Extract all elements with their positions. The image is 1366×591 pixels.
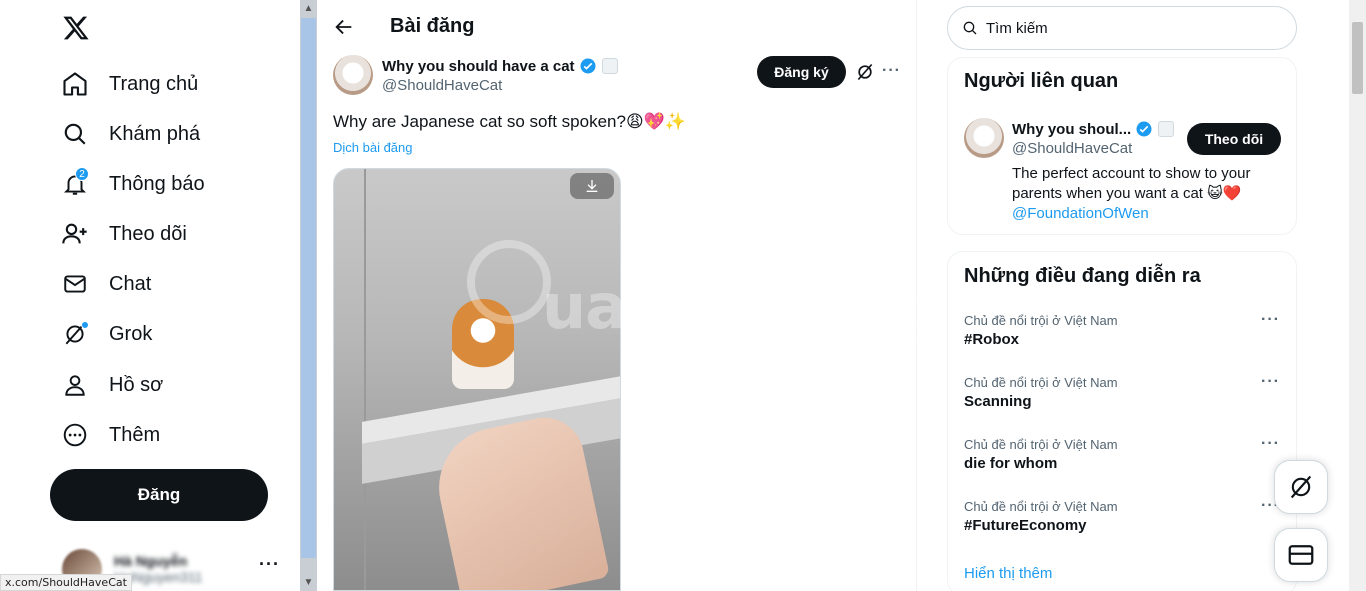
nav-label: Khám phá <box>109 122 201 145</box>
trend-category: Chủ đề nổi trội ở Việt Nam <box>964 499 1118 514</box>
scrollbar-thumb[interactable] <box>1352 22 1363 94</box>
nav-label: Hồ sơ <box>109 373 164 396</box>
nav-item-grok[interactable]: Grok <box>60 314 152 354</box>
watermark-logo <box>467 240 551 324</box>
back-arrow-icon[interactable] <box>333 16 355 38</box>
download-button[interactable] <box>570 173 614 199</box>
trend-name: #Robox <box>964 331 1020 348</box>
affiliate-badge-icon <box>1158 121 1175 137</box>
trends-card: Những điều đang diễn ra Chủ đề nổi trội … <box>947 251 1297 591</box>
home-icon <box>60 69 90 99</box>
x-logo-icon[interactable] <box>62 14 90 42</box>
nav-item-notifications[interactable]: 2 Thông báo <box>60 164 205 204</box>
more-dots-icon[interactable]: ··· <box>259 554 280 575</box>
affiliate-badge-icon <box>601 58 618 74</box>
grok-icon <box>60 319 90 349</box>
search-box[interactable] <box>947 6 1297 50</box>
more-dots-icon[interactable]: ··· <box>882 62 901 80</box>
trend-item[interactable]: Chủ đề nổi trội ở Việt Nam Scanning ··· <box>948 373 1298 437</box>
page-scrollbar[interactable] <box>1349 0 1366 591</box>
messages-fab-button[interactable] <box>1274 528 1328 582</box>
post-button[interactable]: Đăng <box>50 469 268 521</box>
related-name-row[interactable]: Why you shoul... <box>1012 120 1175 138</box>
grok-fab-button[interactable] <box>1274 460 1328 514</box>
scroll-down-arrow-icon[interactable]: ▼ <box>300 574 317 591</box>
mail-icon <box>1288 545 1314 565</box>
nav-label: Chat <box>109 272 152 295</box>
scroll-up-arrow-icon[interactable]: ▲ <box>300 0 317 17</box>
download-icon <box>586 180 598 192</box>
search-input[interactable] <box>986 19 1266 37</box>
sidebar-scrollbar[interactable]: ▲ ▼ <box>300 0 317 591</box>
nav-item-more[interactable]: Thêm <box>60 415 160 455</box>
left-sidebar: Trang chủ Khám phá 2 Thông báo Theo dõi … <box>0 0 300 591</box>
bell-icon: 2 <box>60 167 90 199</box>
avatar[interactable] <box>964 118 1004 158</box>
scrollbar-thumb[interactable] <box>301 18 316 558</box>
related-title: Người liên quan <box>964 70 1119 92</box>
author-name: Why you should have a cat <box>382 57 575 75</box>
search-icon <box>60 119 90 149</box>
mail-icon <box>60 269 90 299</box>
follow-button[interactable]: Theo dõi <box>1187 123 1281 155</box>
verified-badge-icon <box>1136 121 1152 137</box>
trend-item[interactable]: Chủ đề nổi trội ở Việt Nam #Robox ··· <box>948 311 1298 375</box>
right-sidebar: Người liên quan Why you shoul... @Should… <box>917 0 1349 591</box>
nav-label: Grok <box>109 322 153 345</box>
trend-name: #FutureEconomy <box>964 517 1087 534</box>
post-video[interactable] <box>333 168 621 591</box>
post-text: Why are Japanese cat so soft spoken?😩💖✨ <box>333 112 686 131</box>
nav-item-profile[interactable]: Hồ sơ <box>60 365 163 405</box>
author-handle[interactable]: @ShouldHaveCat <box>382 77 502 94</box>
search-icon <box>963 21 977 35</box>
more-dots-icon[interactable]: ··· <box>1261 311 1280 329</box>
subscribe-button[interactable]: Đăng ký <box>757 56 846 88</box>
grok-dot <box>81 321 89 329</box>
author-name-row[interactable]: Why you should have a cat <box>382 57 618 75</box>
status-bar-url: x.com/ShouldHaveCat <box>0 574 132 591</box>
related-name: Why you shoul... <box>1012 120 1132 138</box>
nav-label: Thêm <box>109 423 161 446</box>
translate-link[interactable]: Dịch bài đăng <box>333 140 413 155</box>
trend-category: Chủ đề nổi trội ở Việt Nam <box>964 437 1118 452</box>
trend-item[interactable]: Chủ đề nổi trội ở Việt Nam die for whom … <box>948 435 1298 499</box>
cabinet-door <box>364 169 366 590</box>
profile-icon <box>60 370 90 400</box>
page-title: Bài đăng <box>390 15 475 37</box>
main-column: Bài đăng Why you should have a cat @Shou… <box>317 0 940 591</box>
nav-item-chat[interactable]: Chat <box>60 264 151 304</box>
show-more-link[interactable]: Hiển thị thêm <box>964 565 1052 582</box>
bio-link[interactable]: @FoundationOfWen <box>1012 205 1149 222</box>
trend-item[interactable]: Chủ đề nổi trội ở Việt Nam #FutureEconom… <box>948 497 1298 561</box>
nav-item-home[interactable]: Trang chủ <box>60 64 198 104</box>
nav-label: Theo dõi <box>109 222 187 245</box>
nav-label: Thông báo <box>109 172 205 195</box>
related-bio: The perfect account to show to your pare… <box>1012 164 1282 224</box>
notification-badge: 2 <box>75 167 89 181</box>
grok-icon <box>1290 475 1312 499</box>
trend-name: die for whom <box>964 455 1058 472</box>
nav-item-following[interactable]: Theo dõi <box>60 214 187 254</box>
more-circle-icon <box>60 420 90 450</box>
account-name: Hà Nguyễn <box>114 552 188 569</box>
trend-category: Chủ đề nổi trội ở Việt Nam <box>964 375 1118 390</box>
nav-item-explore[interactable]: Khám phá <box>60 114 200 154</box>
trend-name: Scanning <box>964 393 1032 410</box>
related-handle[interactable]: @ShouldHaveCat <box>1012 140 1132 157</box>
grok-icon[interactable] <box>855 62 875 82</box>
more-dots-icon[interactable]: ··· <box>1261 435 1280 453</box>
watermark-text: uantrimang <box>542 270 940 343</box>
follow-icon <box>60 219 90 249</box>
verified-badge-icon <box>580 58 596 74</box>
more-dots-icon[interactable]: ··· <box>1261 373 1280 391</box>
related-people-card: Người liên quan Why you shoul... @Should… <box>947 57 1297 235</box>
trends-title: Những điều đang diễn ra <box>964 265 1201 287</box>
nav-label: Trang chủ <box>109 72 199 95</box>
bio-text: The perfect account to show to your pare… <box>1012 165 1251 202</box>
avatar[interactable] <box>333 55 373 95</box>
trend-category: Chủ đề nổi trội ở Việt Nam <box>964 313 1118 328</box>
